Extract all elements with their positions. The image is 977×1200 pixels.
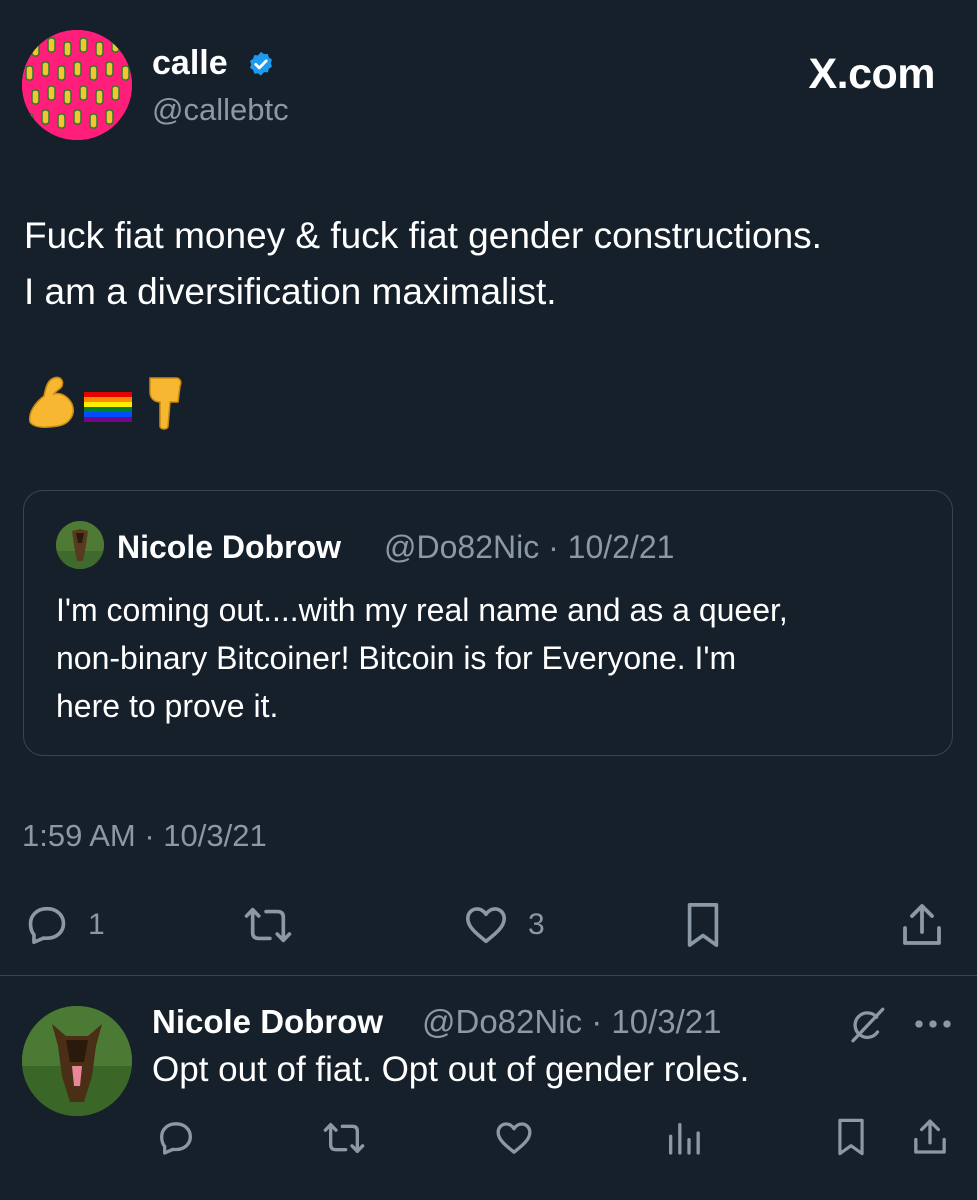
divider <box>0 975 977 976</box>
retweet-icon <box>323 1123 365 1153</box>
reply-author-avatar[interactable] <box>22 1006 132 1116</box>
quote-author-avatar[interactable] <box>56 521 104 569</box>
grok-icon <box>851 1007 885 1043</box>
retweet-icon <box>244 907 292 943</box>
tweet-timestamp[interactable]: 1:59 AM · 10/3/21 <box>22 818 267 854</box>
author-name[interactable]: calle <box>152 44 228 83</box>
quote-meta: @Do82Nic · 10/2/21 <box>384 529 675 565</box>
bookmark-button[interactable] <box>680 900 726 950</box>
reply-button[interactable]: 1 <box>24 902 105 948</box>
tweet-text: Fuck fiat money & fuck fiat gender const… <box>24 208 959 320</box>
pointing-down-icon <box>149 377 182 430</box>
reply-bookmark-button[interactable] <box>832 1116 870 1158</box>
reply-meta: @Do82Nic · 10/3/21 <box>422 1003 722 1040</box>
author-handle[interactable]: @callebtc <box>152 92 289 128</box>
like-count: 3 <box>528 908 545 941</box>
retweet-button[interactable] <box>242 902 294 948</box>
tweet-text-line: Fuck fiat money & fuck fiat gender const… <box>24 215 822 256</box>
reply-views-button[interactable] <box>664 1118 704 1158</box>
quote-text-line: here to prove it. <box>56 688 279 724</box>
views-chart-icon <box>669 1123 700 1155</box>
heart-icon <box>496 1122 532 1154</box>
tweet-text-line: I am a diversification maximalist. <box>24 271 557 312</box>
reply-icon <box>160 1122 192 1155</box>
reply-like-button[interactable] <box>494 1118 534 1158</box>
more-icon <box>915 1020 951 1028</box>
reply-count: 1 <box>88 908 105 941</box>
emoji-row <box>26 372 196 432</box>
reply-retweet-button[interactable] <box>322 1118 366 1158</box>
share-icon <box>903 904 941 945</box>
quote-text-line: I'm coming out....with my real name and … <box>56 592 788 628</box>
reply-text: Opt out of fiat. Opt out of gender roles… <box>152 1050 750 1089</box>
reply-icon <box>28 906 66 945</box>
quote-text: I'm coming out....with my real name and … <box>56 586 936 730</box>
heart-icon <box>465 907 507 944</box>
verified-badge-icon <box>246 50 276 80</box>
quote-author-name[interactable]: Nicole Dobrow <box>117 529 341 566</box>
quote-text-line: non-binary Bitcoiner! Bitcoin is for Eve… <box>56 640 737 676</box>
bookmark-icon <box>687 903 719 947</box>
flexed-biceps-icon <box>28 376 74 428</box>
author-avatar[interactable] <box>22 30 132 140</box>
like-button[interactable]: 3 <box>462 902 545 948</box>
bookmark-icon <box>838 1118 864 1156</box>
reply-share-button[interactable] <box>910 1116 950 1158</box>
grok-button[interactable] <box>846 1004 888 1051</box>
reply-author-name[interactable]: Nicole Dobrow <box>152 1003 383 1041</box>
site-label: X.com <box>808 50 935 98</box>
reply-reply-button[interactable] <box>156 1118 196 1158</box>
rainbow-flag-icon <box>84 392 132 422</box>
share-button[interactable] <box>898 900 946 950</box>
share-icon <box>914 1119 946 1154</box>
more-options-button[interactable] <box>912 1006 954 1047</box>
